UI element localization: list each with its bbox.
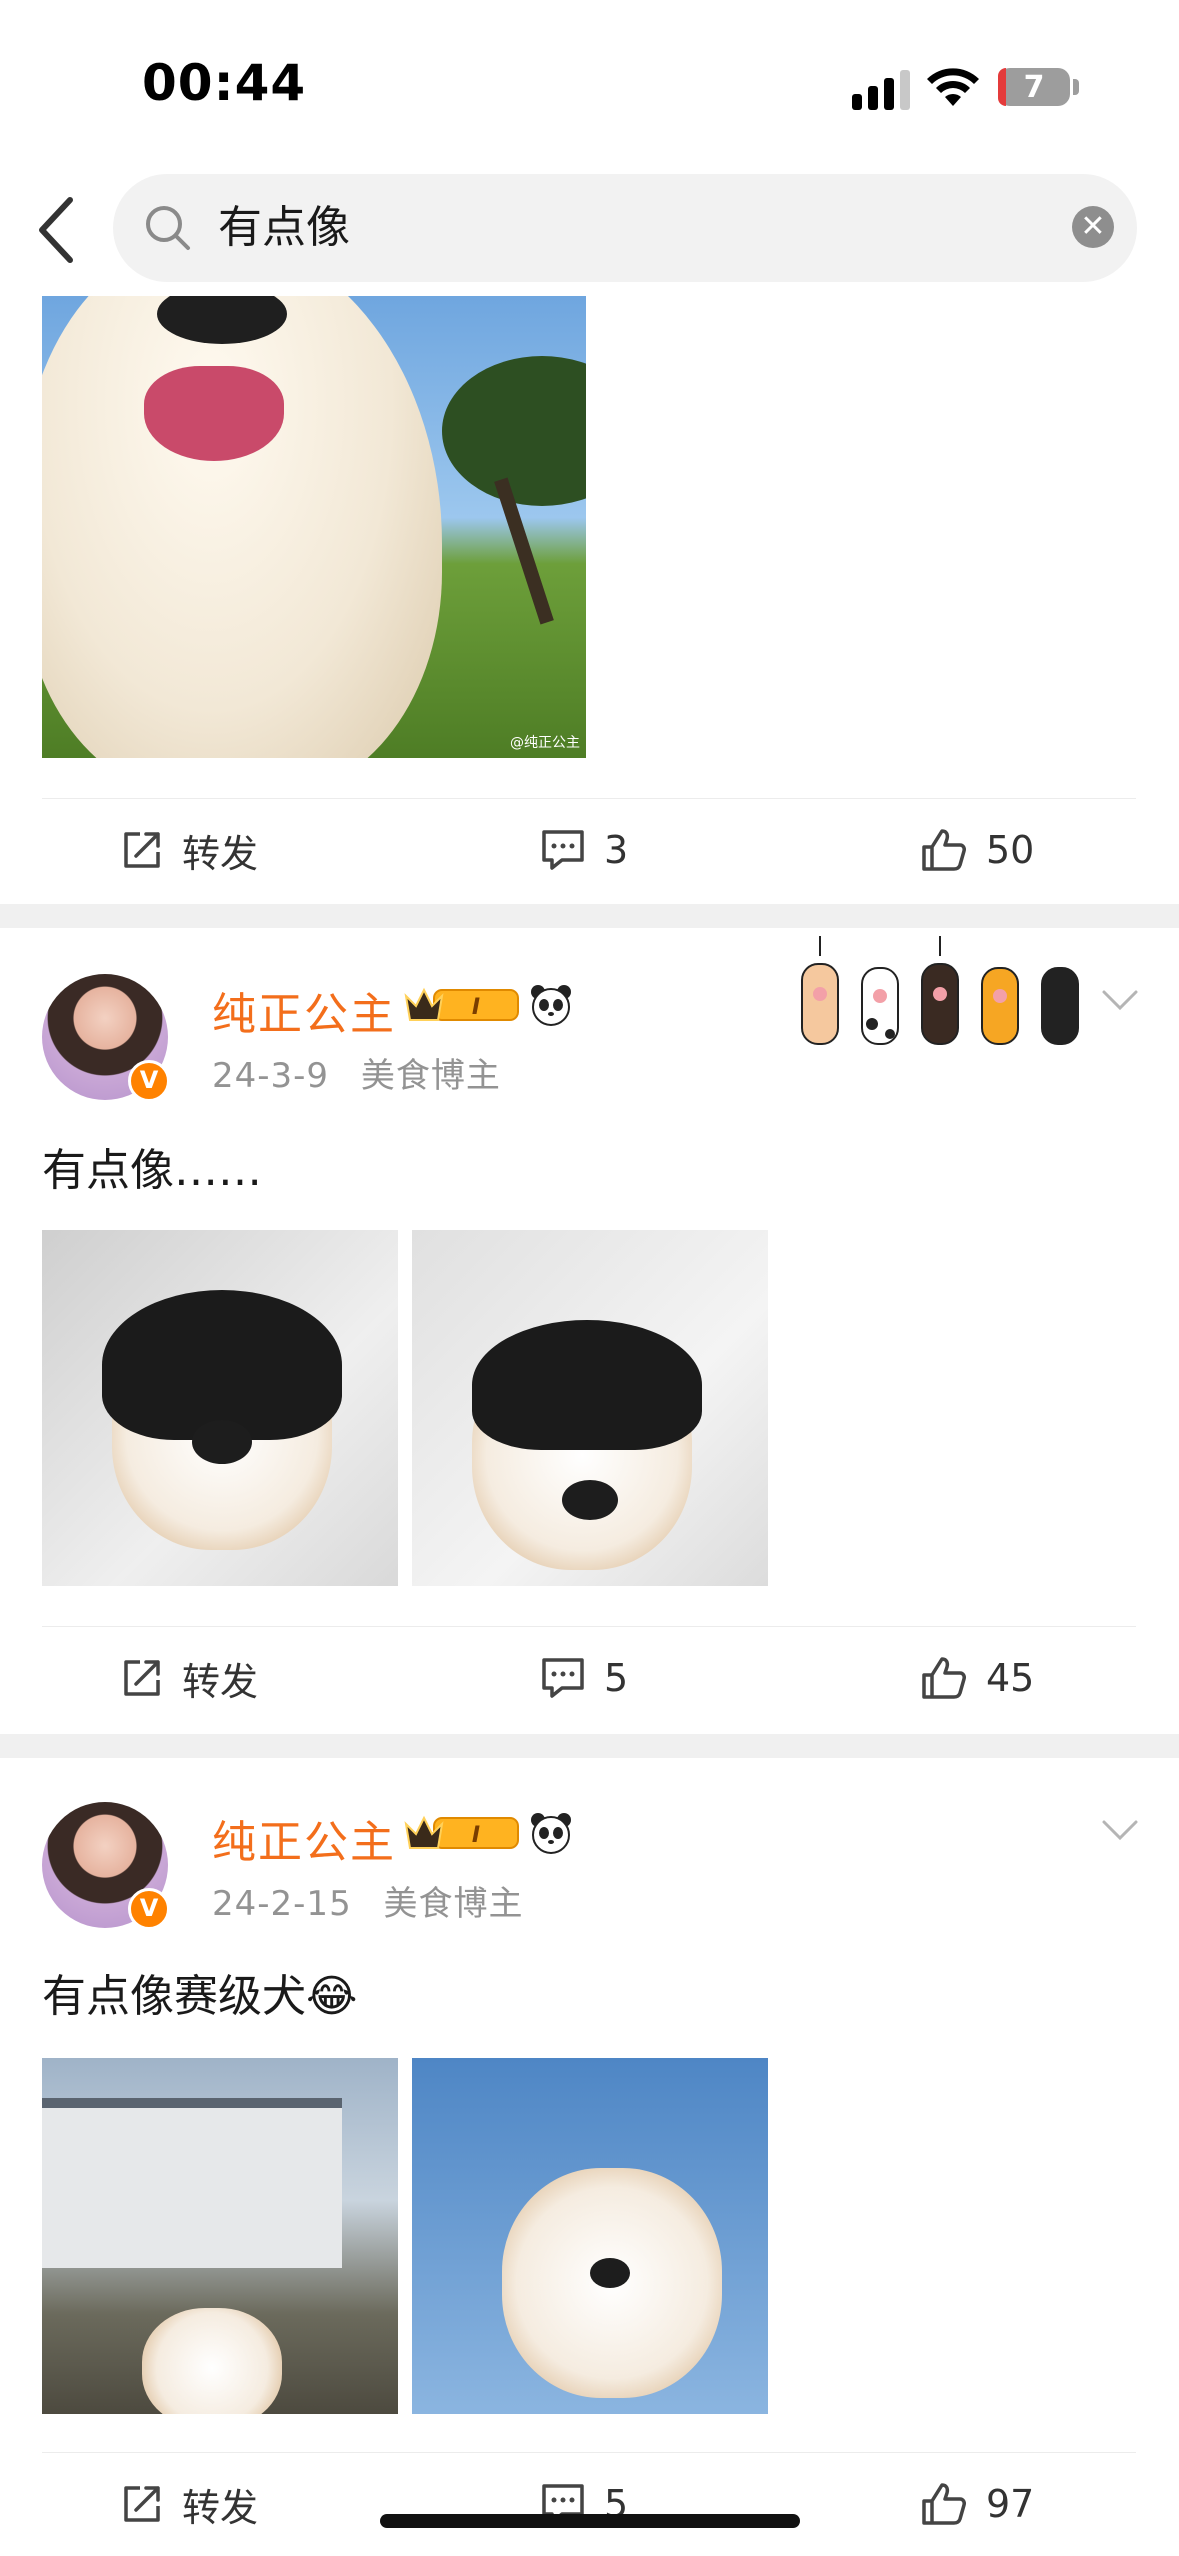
post-tag: 美食博主 (383, 1884, 524, 1924)
repost-label: 转发 (182, 831, 259, 876)
post-image[interactable] (42, 1230, 398, 1586)
cat-paws-decoration-icon (801, 936, 1079, 1045)
battery-cap (1073, 79, 1079, 95)
photo-dog-fur (42, 296, 442, 758)
repost-icon (124, 1660, 160, 1696)
battery-low-indicator (998, 68, 1006, 106)
panda-icon (531, 985, 571, 1026)
post-tag: 美食博主 (360, 1056, 501, 1096)
thumbs-up-icon (922, 829, 966, 871)
post-meta: 24-2-15 美食博主 (212, 1876, 524, 1925)
repost-label: 转发 (182, 2485, 259, 2530)
comment-count: 3 (604, 828, 629, 872)
verified-badge-icon: V (128, 1060, 170, 1102)
comment-count: 5 (604, 1656, 629, 1700)
repost-button[interactable]: 转发 (120, 2453, 258, 2555)
clear-icon[interactable]: ✕ (1072, 206, 1114, 248)
post-text: 有点像赛级犬😂 (42, 1971, 358, 2022)
repost-icon (124, 2486, 160, 2522)
post-action-bar: 转发 5 97 (42, 2452, 1136, 2555)
username[interactable]: 纯正公主 (212, 978, 396, 1042)
repost-button[interactable]: 转发 (120, 1627, 258, 1729)
chevron-down-icon[interactable] (1100, 988, 1140, 1014)
post-image[interactable] (42, 2058, 398, 2414)
comment-button[interactable]: 5 (540, 2453, 628, 2555)
member-crown-icon: I (404, 1815, 519, 1849)
search-input[interactable]: 有点像 (218, 198, 350, 258)
username[interactable]: 纯正公主 (212, 1806, 396, 1870)
post-image[interactable] (412, 2058, 768, 2414)
post-date: 24-2-15 (212, 1884, 352, 1924)
chevron-down-icon[interactable] (1100, 1818, 1140, 1844)
thumbs-up-icon (922, 2483, 966, 2525)
status-time: 00:44 (142, 54, 307, 112)
post-image[interactable]: @纯正公主 (42, 296, 586, 758)
like-count: 45 (986, 1656, 1035, 1700)
svg-text:I: I (472, 1823, 480, 1848)
comment-button[interactable]: 5 (540, 1627, 628, 1729)
photo-dog-tongue (144, 366, 284, 461)
like-button[interactable]: 97 (920, 2453, 1034, 2555)
verified-badge-icon: V (128, 1888, 170, 1930)
feed-separator (0, 904, 1179, 928)
comment-button[interactable]: 3 (540, 799, 628, 901)
like-button[interactable]: 45 (920, 1627, 1034, 1729)
member-crown-icon: I (404, 987, 519, 1021)
post-date: 24-3-9 (212, 1056, 330, 1096)
wifi-icon (927, 68, 979, 106)
post-action-bar: 转发 5 45 (42, 1626, 1136, 1729)
thumbs-up-icon (922, 1657, 966, 1699)
repost-label: 转发 (182, 1659, 259, 1704)
post-image[interactable] (412, 1230, 768, 1586)
feed-separator (0, 1734, 1179, 1758)
like-button[interactable]: 50 (920, 799, 1034, 901)
post-action-bar: 转发 3 50 (42, 798, 1136, 901)
like-count: 50 (986, 828, 1035, 872)
battery-level: 7 (1023, 69, 1045, 105)
repost-button[interactable]: 转发 (120, 799, 258, 901)
svg-text:I: I (472, 995, 480, 1020)
cellular-signal-icon (852, 70, 910, 110)
post-text: 有点像…… (42, 1145, 262, 1196)
image-watermark: @纯正公主 (510, 735, 580, 751)
post-meta: 24-3-9 美食博主 (212, 1048, 501, 1097)
search-icon (146, 206, 190, 250)
panda-icon (531, 1813, 571, 1854)
home-indicator[interactable] (380, 2514, 800, 2528)
photo-tree (442, 356, 586, 506)
comment-icon (542, 1658, 584, 1698)
like-count: 97 (986, 2482, 1035, 2526)
comment-icon (542, 830, 584, 870)
back-arrow-icon[interactable] (28, 190, 88, 270)
battery-icon: 7 (998, 68, 1070, 106)
repost-icon (124, 832, 160, 868)
